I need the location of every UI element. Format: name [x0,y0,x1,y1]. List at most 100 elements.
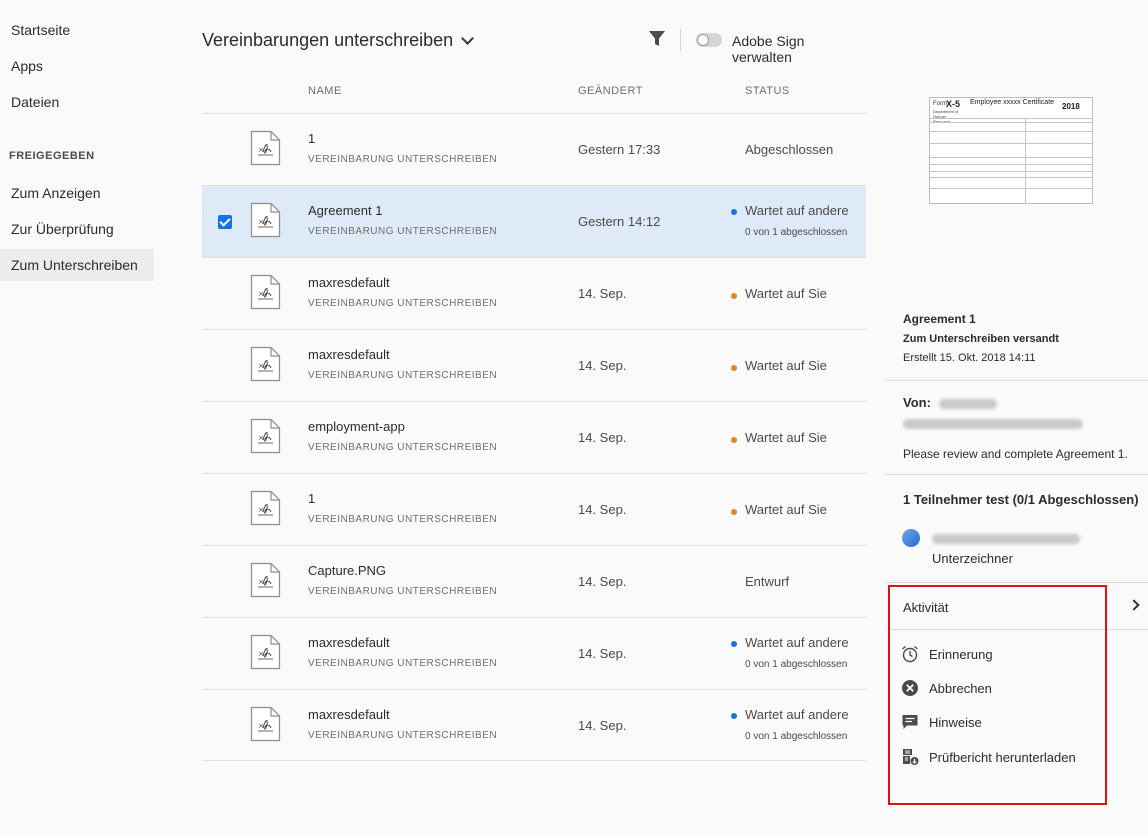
agreement-list-panel: Vereinbarungen unterschreiben Adobe Sign… [202,0,866,837]
sign-document-icon: × [250,346,281,382]
row-status-detail: 0 von 1 abgeschlossen [745,731,848,742]
row-type: VEREINBARUNG UNTERSCHREIBEN [308,154,498,165]
row-type: VEREINBARUNG UNTERSCHREIBEN [308,514,498,525]
column-header-status[interactable]: STATUS [745,85,790,97]
row-status: Wartet auf Sie [745,358,827,373]
row-status: Wartet auf Sie [745,502,827,517]
row-name: maxresdefault [308,347,390,362]
row-name: Capture.PNG [308,563,387,578]
sign-document-icon: × [250,706,281,742]
row-date: 14. Sep. [578,430,627,445]
sender-name-redacted [938,398,997,409]
row-name: 1 [308,131,316,146]
sidebar-section-heading: FREIGEGEBEN [9,150,95,162]
agreement-created-date: Erstellt 15. Okt. 2018 14:11 [903,352,1036,364]
row-date: 14. Sep. [578,718,627,733]
sign-document-icon: × [250,562,281,598]
row-type: VEREINBARUNG UNTERSCHREIBEN [308,586,498,597]
adobe-sign-toggle-label: Adobe Sign verwalten [732,33,805,65]
status-dot [731,209,737,215]
svg-text:×: × [258,506,264,514]
sign-document-icon: × [250,202,281,238]
row-status-detail: 0 von 1 abgeschlossen [745,227,848,238]
divider [886,474,1148,475]
svg-text:×: × [258,650,264,658]
row-status: Abgeschlossen [745,142,834,157]
row-date: 14. Sep. [578,574,627,589]
svg-text:×: × [258,218,264,226]
chevron-down-icon [461,31,475,45]
participant-email-redacted [932,533,1080,544]
row-status: Wartet auf Sie [745,286,827,301]
row-name: employment-app [308,419,405,434]
svg-text:×: × [258,146,264,154]
table-row[interactable]: × Capture.PNG VEREINBARUNG UNTERSCHREIBE… [202,545,866,617]
status-dot [731,713,737,719]
sign-document-icon: × [250,634,281,670]
divider [886,380,1148,381]
row-checkbox[interactable] [218,215,232,229]
thumb-form-label: Form [933,101,947,107]
toolbar-divider [680,29,681,51]
page-title-dropdown[interactable]: Vereinbarungen unterschreiben [202,30,475,51]
row-status-detail: 0 von 1 abgeschlossen [745,659,848,670]
row-date: 14. Sep. [578,358,627,373]
thumb-year: 2018 [1062,102,1080,111]
row-status: Wartet auf Sie [745,430,827,445]
table-row[interactable]: × maxresdefault VEREINBARUNG UNTERSCHREI… [202,689,866,761]
table-row[interactable]: × maxresdefault VEREINBARUNG UNTERSCHREI… [202,257,866,329]
sign-document-icon: × [250,418,281,454]
row-date: 14. Sep. [578,502,627,517]
document-thumbnail[interactable]: Form X-5 Department of Human Resource Em… [929,97,1093,204]
row-type: VEREINBARUNG UNTERSCHREIBEN [308,370,498,381]
agreement-message: Please review and complete Agreement 1. [903,447,1128,461]
row-name: maxresdefault [308,707,390,722]
agreement-title: Agreement 1 [903,312,976,326]
row-status: Wartet auf andere [745,635,849,650]
avatar [902,529,920,547]
row-status: Wartet auf andere [745,707,849,722]
column-header-changed[interactable]: GEÄNDERT [578,85,643,97]
status-dot [731,509,737,515]
sidebar-item-zum-unterschreiben[interactable]: Zum Unterschreiben [0,249,154,281]
participant-email-row [932,531,1080,545]
table-row[interactable]: × 1 VEREINBARUNG UNTERSCHREIBEN Gestern … [202,113,866,185]
column-header-name[interactable]: NAME [308,85,342,97]
status-dot [731,641,737,647]
row-date: Gestern 14:12 [578,214,661,229]
svg-text:×: × [258,434,264,442]
sidebar-item-zum-anzeigen[interactable]: Zum Anzeigen [0,177,154,209]
sidebar: Startseite Apps Dateien FREIGEGEBEN Zum … [0,0,160,837]
adobe-sign-toggle[interactable] [696,33,722,47]
chevron-right-icon[interactable] [1128,599,1140,611]
row-name: Agreement 1 [308,203,383,218]
sign-document-icon: × [250,274,281,310]
row-type: VEREINBARUNG UNTERSCHREIBEN [308,442,498,453]
sidebar-item-zur-ueberpruefung[interactable]: Zur Überprüfung [0,213,154,245]
row-name: maxresdefault [308,635,390,650]
status-dot [731,293,737,299]
thumb-form-number: X-5 [946,99,961,109]
svg-text:×: × [258,362,264,370]
svg-text:×: × [258,578,264,586]
sidebar-item-startseite[interactable]: Startseite [0,14,154,46]
participants-heading: 1 Teilnehmer test (0/1 Abgeschlossen) [903,492,1139,507]
sender-label: Von: [903,395,931,410]
filter-icon[interactable] [648,30,666,48]
table-row[interactable]: × 1 VEREINBARUNG UNTERSCHREIBEN 14. Sep.… [202,473,866,545]
divider [202,760,866,761]
divider [886,582,1148,583]
row-type: VEREINBARUNG UNTERSCHREIBEN [308,226,498,237]
sidebar-item-dateien[interactable]: Dateien [0,86,154,118]
table-row[interactable]: × Agreement 1 VEREINBARUNG UNTERSCHREIBE… [202,185,866,257]
sign-document-icon: × [250,130,281,166]
table-row[interactable]: × employment-app VEREINBARUNG UNTERSCHRE… [202,401,866,473]
sidebar-item-apps[interactable]: Apps [0,50,154,82]
table-row[interactable]: × maxresdefault VEREINBARUNG UNTERSCHREI… [202,329,866,401]
row-type: VEREINBARUNG UNTERSCHREIBEN [308,298,498,309]
row-type: VEREINBARUNG UNTERSCHREIBEN [308,730,498,741]
row-type: VEREINBARUNG UNTERSCHREIBEN [308,658,498,669]
svg-text:×: × [258,290,264,298]
row-date: 14. Sep. [578,646,627,661]
table-row[interactable]: × maxresdefault VEREINBARUNG UNTERSCHREI… [202,617,866,689]
